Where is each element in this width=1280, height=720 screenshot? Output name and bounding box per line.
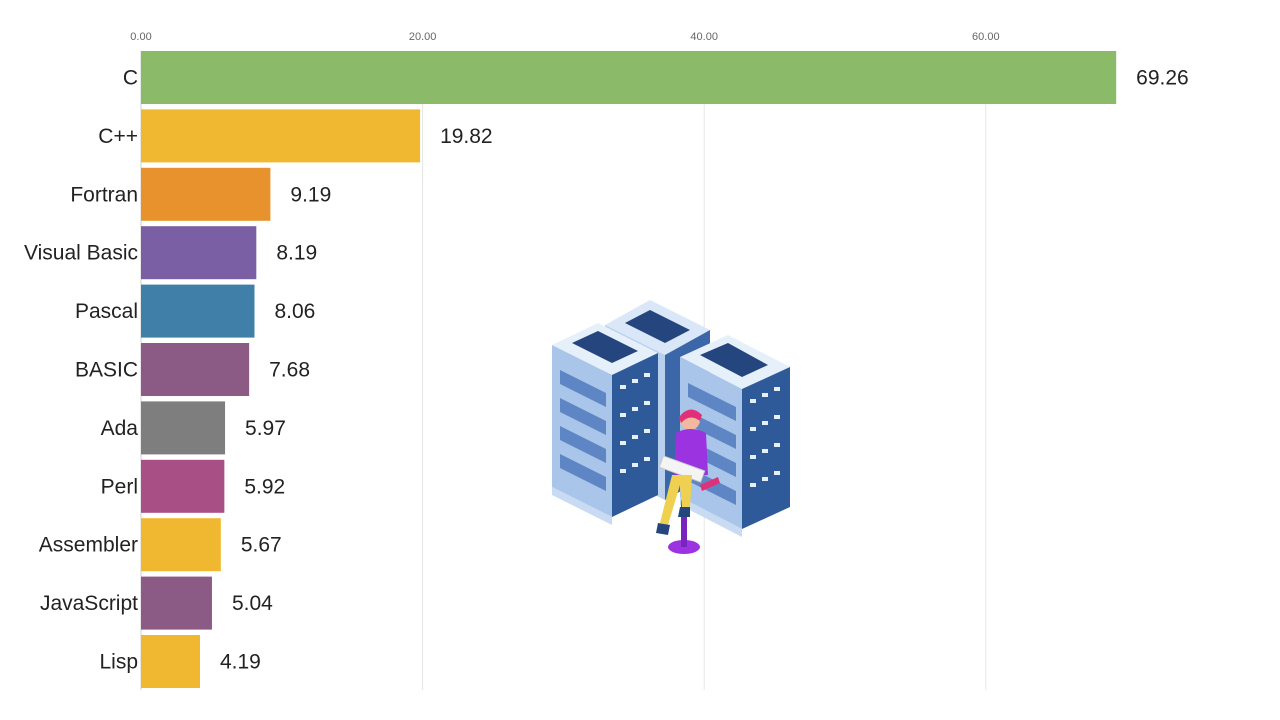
x-tick-label: 20.00 — [409, 31, 437, 43]
server-illustration — [552, 300, 790, 554]
bar — [141, 109, 421, 163]
bar — [141, 576, 212, 630]
bar — [141, 343, 250, 396]
category-label: Perl — [101, 475, 138, 498]
bar — [141, 635, 200, 688]
bar — [141, 401, 226, 455]
server-tower-left — [552, 323, 658, 525]
x-axis-ticks: 0.00 20.00 40.00 60.00 — [130, 31, 999, 43]
category-label: Pascal — [75, 300, 138, 323]
bar — [141, 459, 225, 513]
category-label: Visual Basic — [24, 242, 138, 265]
bar — [141, 167, 271, 221]
category-label: Fortran — [70, 183, 138, 206]
value-label: 8.19 — [276, 242, 317, 265]
category-label: BASIC — [75, 359, 138, 382]
value-label: 5.97 — [245, 417, 286, 440]
value-label: 5.04 — [232, 592, 273, 615]
category-label: Ada — [101, 417, 139, 440]
value-label: 8.06 — [274, 300, 315, 323]
category-label: C — [123, 67, 138, 90]
bar — [141, 226, 257, 280]
category-labels: C C++ Fortran Visual Basic Pascal BASIC Ada Per… — [24, 67, 138, 674]
value-label: 69.26 — [1136, 67, 1189, 90]
bar — [141, 284, 255, 338]
value-label: 19.82 — [440, 125, 493, 148]
x-tick-label: 0.00 — [130, 31, 151, 43]
x-tick-label: 40.00 — [690, 31, 718, 43]
category-label: Assembler — [39, 534, 138, 557]
value-label: 9.19 — [290, 183, 331, 206]
x-tick-label: 60.00 — [972, 31, 1000, 43]
category-label: Lisp — [99, 651, 138, 674]
value-label: 5.67 — [241, 534, 282, 557]
bar — [141, 51, 1117, 104]
value-label: 7.68 — [269, 359, 310, 382]
bar — [141, 518, 221, 572]
value-label: 5.92 — [244, 475, 285, 498]
category-label: C++ — [98, 125, 138, 148]
value-label: 4.19 — [220, 651, 261, 674]
category-label: JavaScript — [40, 592, 138, 615]
